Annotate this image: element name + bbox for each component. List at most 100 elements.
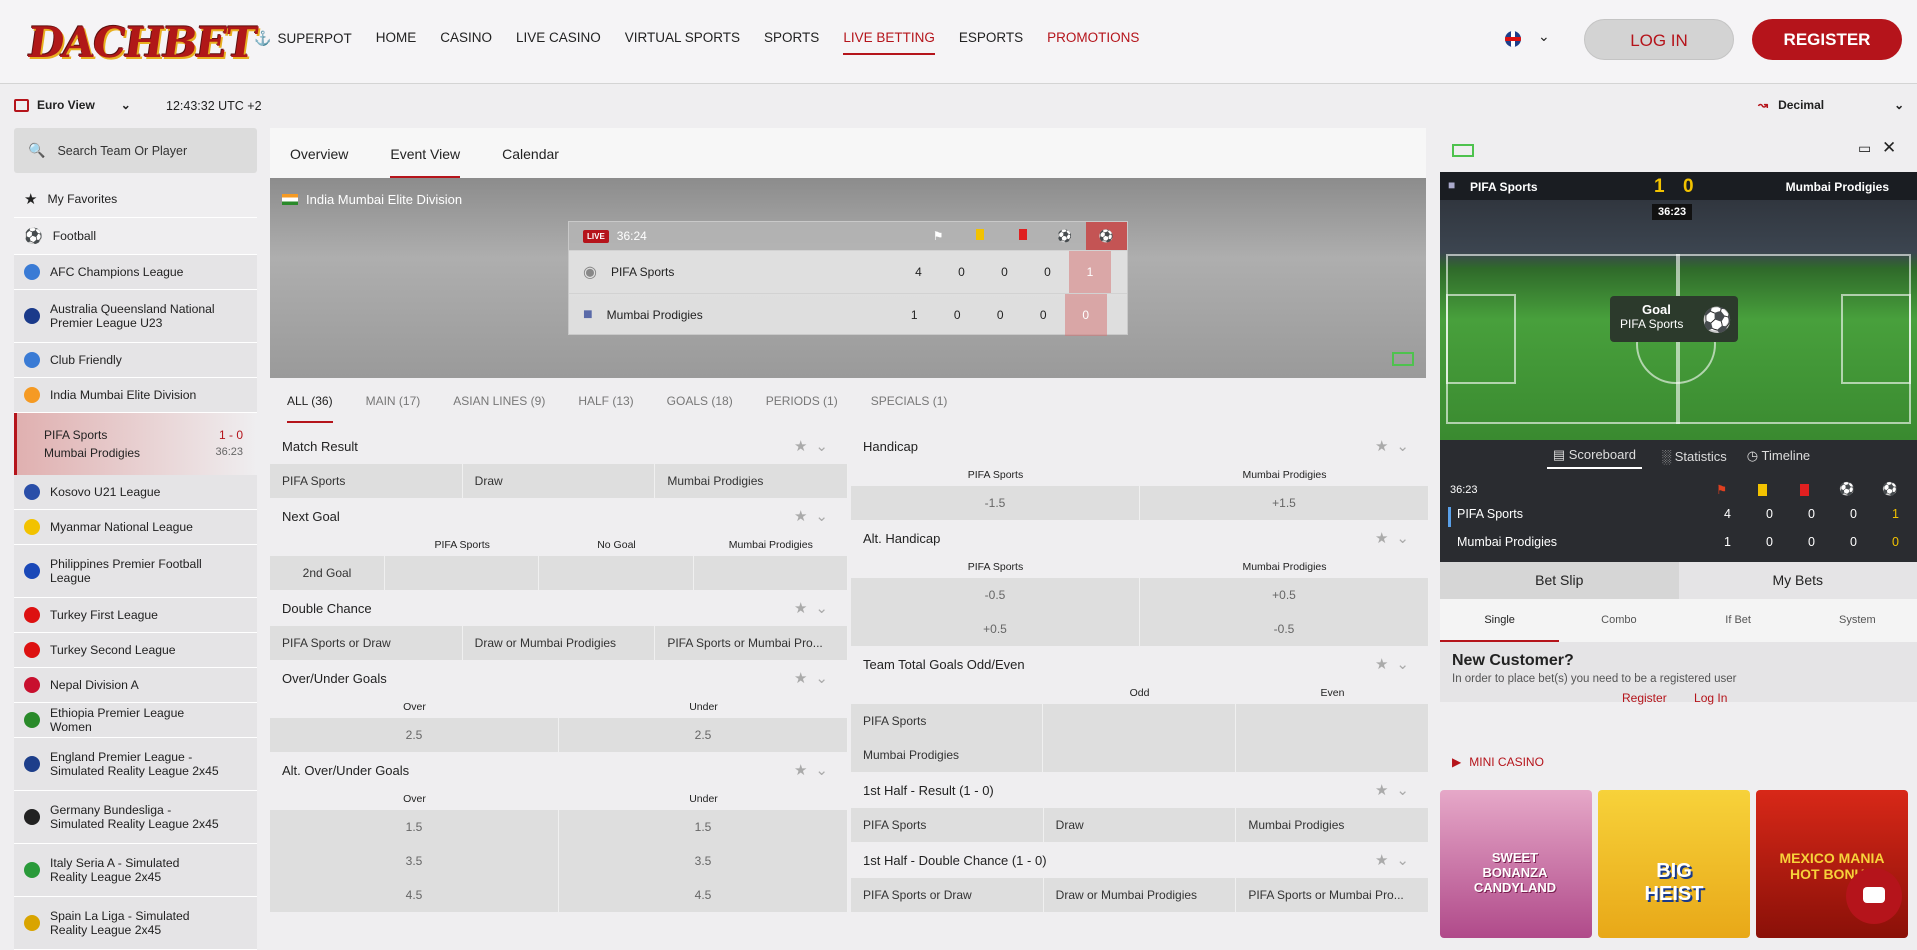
- star-icon[interactable]: ★⌄: [794, 507, 836, 525]
- odds-button[interactable]: [1236, 738, 1429, 772]
- odds-button[interactable]: [1236, 704, 1429, 738]
- nav-promotions[interactable]: PROMOTIONS: [1047, 30, 1139, 55]
- tab-overview[interactable]: Overview: [290, 128, 348, 178]
- search-input[interactable]: 🔍 Search Team Or Player: [14, 128, 257, 173]
- register-link[interactable]: Register: [1622, 691, 1667, 705]
- sidebar-item-league[interactable]: Nepal Division A: [14, 668, 257, 703]
- pitch-view-icon[interactable]: [1452, 144, 1474, 157]
- game-tile[interactable]: BIG HEIST: [1598, 790, 1750, 938]
- odds-button[interactable]: 1.5: [270, 810, 559, 844]
- odds-button[interactable]: Draw or Mumbai Prodigies: [1044, 878, 1237, 912]
- chevron-down-icon[interactable]: ⌄: [1538, 28, 1550, 45]
- odds-button[interactable]: 3.5: [270, 844, 559, 878]
- nav-esports[interactable]: ESPORTS: [959, 30, 1023, 55]
- tab-specials[interactable]: SPECIALS (1): [871, 378, 948, 423]
- nav-live-casino[interactable]: LIVE CASINO: [516, 30, 601, 55]
- sidebar-item-football[interactable]: ⚽ Football: [14, 218, 257, 255]
- odds-button[interactable]: [1043, 704, 1236, 738]
- odds-button[interactable]: PIFA Sports or Mumbai Pro...: [1236, 878, 1429, 912]
- tab-event-view[interactable]: Event View: [390, 128, 460, 178]
- odds-button[interactable]: 2.5: [559, 718, 848, 752]
- sidebar-item-league[interactable]: England Premier League - Simulated Reali…: [14, 738, 257, 791]
- odds-button[interactable]: PIFA Sports: [851, 808, 1044, 842]
- sidebar-item-league[interactable]: Kosovo U21 League: [14, 475, 257, 510]
- view-selector[interactable]: Euro View ⌄: [14, 98, 131, 112]
- sidebar-item-league[interactable]: Club Friendly: [14, 343, 257, 378]
- star-icon[interactable]: ★⌄: [1375, 529, 1417, 547]
- tab-system[interactable]: System: [1798, 599, 1917, 642]
- sidebar-item-league[interactable]: Germany Bundesliga - Simulated Reality L…: [14, 791, 257, 844]
- tab-all[interactable]: ALL (36): [287, 378, 333, 423]
- sidebar-item-league[interactable]: Myanmar National League: [14, 510, 257, 545]
- tab-bet-slip[interactable]: Bet Slip: [1440, 562, 1679, 599]
- sidebar-item-league[interactable]: Spain La Liga - Simulated Reality League…: [14, 897, 257, 950]
- sidebar-item-league[interactable]: Philippines Premier Football League: [14, 545, 257, 598]
- star-icon[interactable]: ★⌄: [1375, 851, 1417, 869]
- sidebar-item-league[interactable]: India Mumbai Elite Division: [14, 378, 257, 413]
- odds-button[interactable]: -1.5: [851, 486, 1140, 520]
- register-button[interactable]: REGISTER: [1752, 19, 1902, 60]
- sidebar-item-league[interactable]: AFC Champions League: [14, 255, 257, 290]
- star-icon[interactable]: ★⌄: [1375, 655, 1417, 673]
- minimize-icon[interactable]: ▭: [1858, 140, 1871, 157]
- nav-casino[interactable]: CASINO: [440, 30, 492, 55]
- odds-button[interactable]: 2.5: [270, 718, 559, 752]
- uk-flag-icon[interactable]: [1505, 31, 1521, 47]
- odds-button[interactable]: [694, 556, 848, 590]
- sidebar-item-league[interactable]: Australia Queensland National Premier Le…: [14, 290, 257, 343]
- odds-button[interactable]: +0.5: [1140, 578, 1429, 612]
- odds-button[interactable]: Draw: [1044, 808, 1237, 842]
- login-link[interactable]: Log In: [1694, 691, 1727, 705]
- odds-button[interactable]: PIFA Sports or Mumbai Pro...: [655, 626, 848, 660]
- odds-button[interactable]: [385, 556, 539, 590]
- nav-superpot[interactable]: ⚓ SUPERPOT: [254, 30, 352, 55]
- tab-calendar[interactable]: Calendar: [502, 128, 559, 178]
- odds-button[interactable]: -0.5: [1140, 612, 1429, 646]
- odds-button[interactable]: Draw or Mumbai Prodigies: [463, 626, 656, 660]
- chat-button[interactable]: [1846, 868, 1902, 924]
- tab-scoreboard[interactable]: ▤ Scoreboard: [1547, 443, 1642, 469]
- tab-timeline[interactable]: ◷ Timeline: [1747, 448, 1810, 464]
- odds-button[interactable]: Draw: [463, 464, 656, 498]
- tab-periods[interactable]: PERIODS (1): [766, 378, 838, 423]
- odds-button[interactable]: 4.5: [559, 878, 848, 912]
- star-icon[interactable]: ★⌄: [1375, 781, 1417, 799]
- odds-button[interactable]: -0.5: [851, 578, 1140, 612]
- odds-button[interactable]: 1.5: [559, 810, 848, 844]
- tab-single[interactable]: Single: [1440, 599, 1559, 642]
- pitch-view-icon[interactable]: [1392, 352, 1414, 366]
- odds-button[interactable]: 4.5: [270, 878, 559, 912]
- login-button[interactable]: LOG IN: [1584, 19, 1734, 60]
- star-icon[interactable]: ★⌄: [794, 599, 836, 617]
- tab-my-bets[interactable]: My Bets: [1679, 562, 1917, 599]
- odds-button[interactable]: PIFA Sports or Draw: [270, 626, 463, 660]
- sidebar-item-league[interactable]: Italy Seria A - Simulated Reality League…: [14, 844, 257, 897]
- star-icon[interactable]: ★⌄: [794, 669, 836, 687]
- tab-statistics[interactable]: ░ Statistics: [1662, 449, 1727, 464]
- close-icon[interactable]: ✕: [1882, 138, 1896, 158]
- odds-button[interactable]: [539, 556, 693, 590]
- sidebar-live-match[interactable]: PIFA Sports Mumbai Prodigies 1 - 0 36:23: [14, 413, 257, 475]
- tab-main[interactable]: MAIN (17): [366, 378, 421, 423]
- game-tile[interactable]: SWEET BONANZA CANDYLAND: [1440, 790, 1592, 938]
- nav-virtual-sports[interactable]: VIRTUAL SPORTS: [625, 30, 740, 55]
- nav-home[interactable]: HOME: [376, 30, 417, 55]
- odds-button[interactable]: PIFA Sports: [270, 464, 463, 498]
- odds-button[interactable]: Mumbai Prodigies: [1236, 808, 1429, 842]
- star-icon[interactable]: ★⌄: [1375, 437, 1417, 455]
- nav-live-betting[interactable]: LIVE BETTING: [843, 30, 935, 55]
- nav-sports[interactable]: SPORTS: [764, 30, 819, 55]
- odds-button[interactable]: PIFA Sports or Draw: [851, 878, 1044, 912]
- odds-button[interactable]: +1.5: [1140, 486, 1429, 520]
- star-icon[interactable]: ★⌄: [794, 761, 836, 779]
- odds-button[interactable]: [1043, 738, 1236, 772]
- odds-button[interactable]: 3.5: [559, 844, 848, 878]
- odds-button[interactable]: +0.5: [851, 612, 1140, 646]
- tab-combo[interactable]: Combo: [1559, 599, 1678, 642]
- sidebar-item-league[interactable]: Ethiopia Premier League Women: [14, 703, 257, 738]
- sidebar-item-league[interactable]: Turkey First League: [14, 598, 257, 633]
- dachbet-logo[interactable]: DACHBET: [25, 18, 259, 67]
- star-icon[interactable]: ★⌄: [794, 437, 836, 455]
- sidebar-item-favorites[interactable]: ★ My Favorites: [14, 181, 257, 218]
- tab-asian-lines[interactable]: ASIAN LINES (9): [453, 378, 545, 423]
